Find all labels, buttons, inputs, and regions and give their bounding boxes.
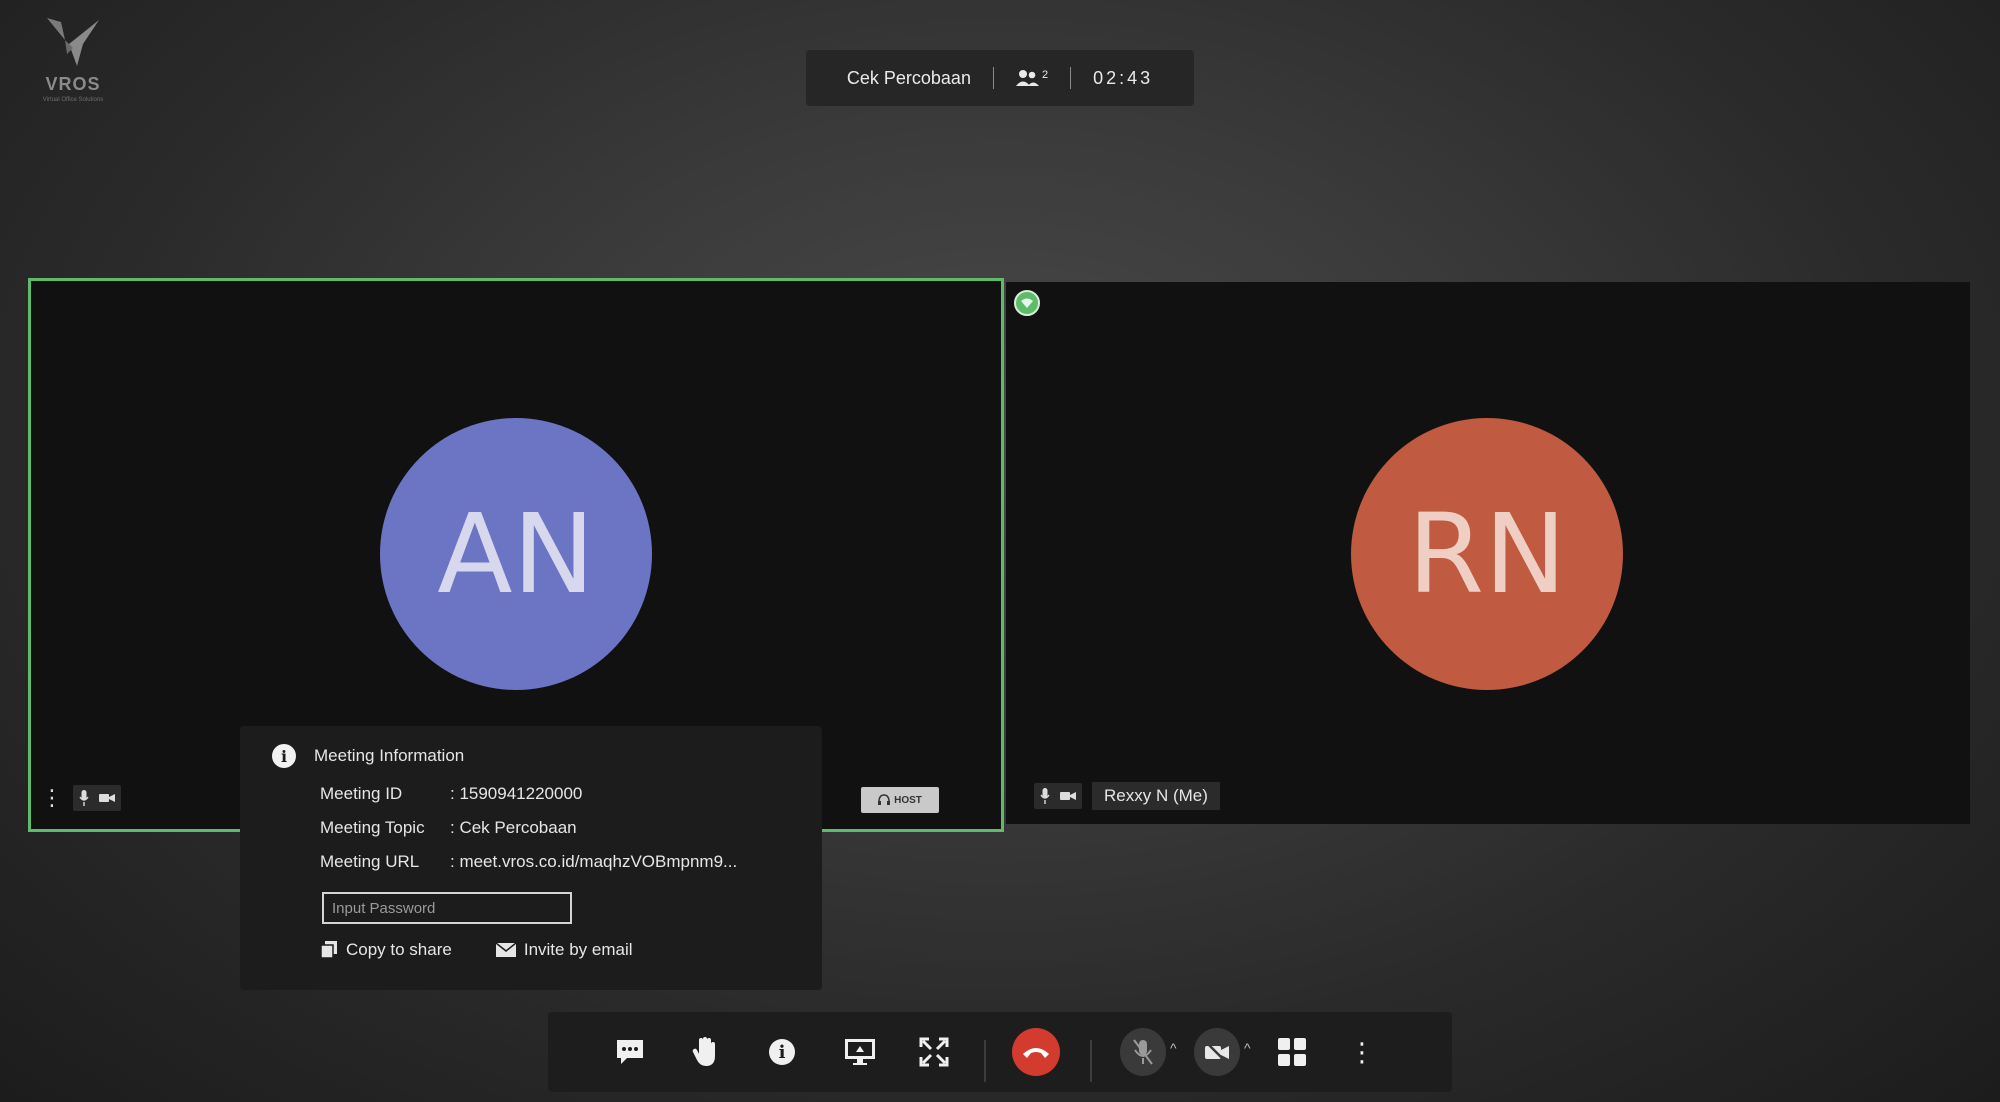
network-quality-icon — [1014, 290, 1040, 316]
participant-name: Rexxy N (Me) — [1092, 782, 1220, 810]
vros-logo-icon — [47, 18, 99, 66]
meeting-info-panel: i Meeting Information Meeting ID : 15909… — [240, 726, 822, 990]
chat-icon — [617, 1040, 643, 1064]
meeting-info-header: i Meeting Information — [272, 744, 464, 768]
tile-more-icon[interactable]: ⋮ — [41, 787, 63, 809]
email-icon — [495, 943, 516, 957]
camera-toggle-button[interactable] — [1194, 1028, 1240, 1076]
meeting-timer: 02:43 — [1093, 67, 1154, 88]
mic-toggle-button[interactable] — [1120, 1028, 1166, 1076]
meeting-topic-value: : Cek Percobaan — [450, 818, 577, 837]
copy-to-share-label: Copy to share — [346, 940, 452, 959]
raise-hand-icon — [692, 1037, 715, 1066]
fullscreen-icon — [919, 1037, 949, 1067]
invite-by-email-button[interactable]: Invite by email — [495, 940, 633, 960]
meeting-id-value: : 1590941220000 — [450, 784, 583, 803]
vros-logo: VROS Virtual Office Solutions — [38, 14, 108, 110]
copy-icon — [320, 941, 337, 959]
tile-media-status — [1034, 783, 1082, 809]
meeting-id-label: Meeting ID — [320, 784, 403, 803]
divider — [992, 67, 994, 89]
meeting-toolbar: i ^ ^ ⋮ — [548, 1012, 1452, 1092]
participants-button[interactable]: 2 — [1015, 69, 1049, 87]
participant-count: 2 — [1041, 69, 1049, 81]
copy-to-share-button[interactable]: Copy to share — [320, 940, 452, 960]
chat-button[interactable] — [612, 1028, 648, 1076]
avatar: AN — [380, 418, 652, 690]
invite-by-email-label: Invite by email — [523, 940, 633, 959]
screen-share-button[interactable] — [840, 1028, 880, 1076]
meeting-topic-label: Meeting Topic — [320, 818, 425, 837]
video-tile-rn[interactable]: RN Rexxy N (Me) — [1006, 282, 1970, 824]
avatar: RN — [1351, 418, 1623, 690]
more-icon: ⋮ — [1349, 1037, 1375, 1067]
tile-controls: Rexxy N (Me) — [1034, 782, 1220, 810]
camera-off-icon — [1205, 1042, 1229, 1062]
host-badge-label: HOST — [894, 794, 922, 806]
info-icon: i — [272, 744, 296, 768]
participants-icon — [1015, 70, 1039, 86]
camera-options-chevron-icon[interactable]: ^ — [1244, 1040, 1251, 1056]
meeting-url-value[interactable]: : meet.vros.co.id/maqhzVOBmpnm9... — [450, 852, 737, 872]
mic-icon — [1040, 788, 1050, 804]
info-button[interactable]: i — [764, 1028, 800, 1076]
tile-media-status — [73, 785, 121, 811]
meeting-url-row: Meeting URL : meet.vros.co.id/maqhzVOBmp… — [320, 852, 737, 872]
meeting-header: Cek Percobaan 2 02:43 — [806, 50, 1194, 106]
camera-icon — [99, 794, 115, 802]
meeting-info-title: Meeting Information — [314, 746, 465, 765]
camera-icon — [1060, 792, 1076, 800]
logo-subtitle: Virtual Office Solutions — [42, 97, 104, 103]
divider — [984, 1040, 986, 1082]
raise-hand-button[interactable] — [688, 1028, 724, 1076]
password-input[interactable] — [322, 892, 572, 924]
meeting-title: Cek Percobaan — [846, 67, 971, 88]
logo-text: VROS — [45, 74, 101, 94]
mic-options-chevron-icon[interactable]: ^ — [1170, 1040, 1177, 1056]
meeting-url-label: Meeting URL — [320, 852, 420, 871]
divider — [1090, 1040, 1092, 1082]
meeting-topic-row: Meeting Topic : Cek Percobaan — [320, 818, 577, 838]
host-badge: HOST — [861, 787, 939, 813]
headset-icon — [878, 794, 891, 805]
fullscreen-button[interactable] — [916, 1028, 952, 1076]
more-options-button[interactable]: ⋮ — [1349, 1028, 1375, 1076]
mic-off-icon — [1133, 1039, 1153, 1065]
end-call-icon — [1023, 1048, 1049, 1058]
mic-icon — [79, 790, 89, 806]
divider — [1070, 67, 1072, 89]
grid-view-icon — [1278, 1038, 1306, 1066]
tile-controls: ⋮ — [41, 785, 121, 811]
share-actions: Copy to share Invite by email — [320, 940, 633, 960]
grid-view-button[interactable] — [1272, 1028, 1312, 1076]
end-call-button[interactable] — [1012, 1028, 1060, 1076]
screen-share-icon — [845, 1039, 875, 1065]
info-icon: i — [769, 1039, 795, 1065]
meeting-id-row: Meeting ID : 1590941220000 — [320, 784, 582, 804]
